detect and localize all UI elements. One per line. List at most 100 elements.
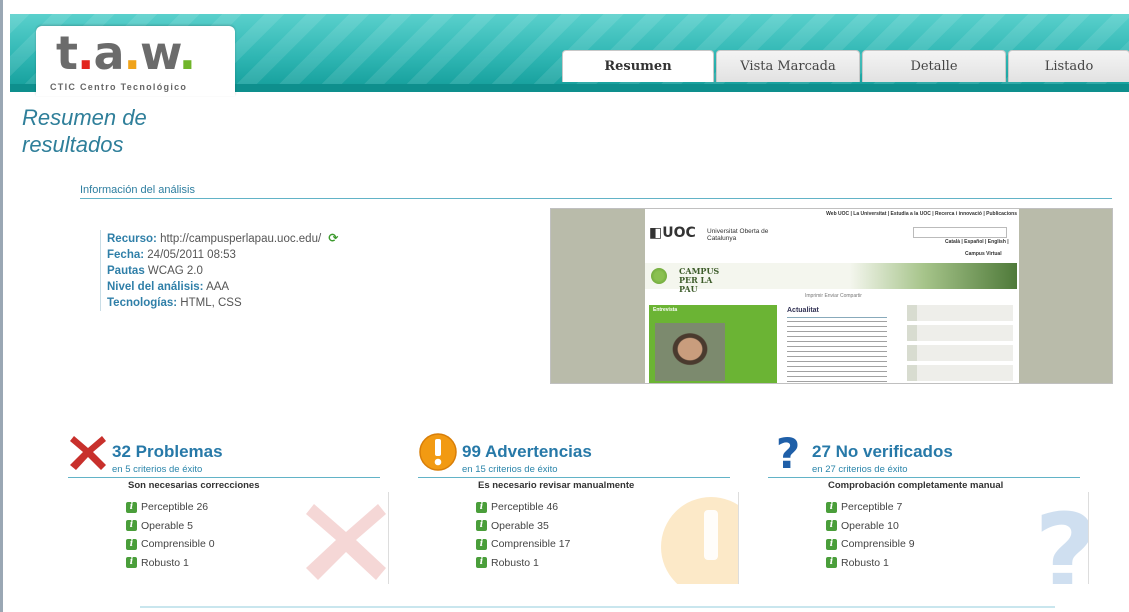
question-watermark-icon: ? <box>1034 492 1089 584</box>
list-item[interactable]: i Operable 35 <box>476 517 570 536</box>
question-icon: ? <box>776 432 800 472</box>
unverified-count[interactable]: 27 No verificados <box>812 442 953 462</box>
thumb-campus-text: CAMPUS PER LA PAU <box>679 266 720 294</box>
unverified-subtitle: Comprobación completamente manual <box>828 480 1004 491</box>
info-icon: i <box>126 538 137 550</box>
list-item[interactable]: i Operable 5 <box>126 517 215 536</box>
list-item[interactable]: i Perceptible 46 <box>476 498 570 517</box>
thumb-news-rule <box>787 317 887 318</box>
thumb-interview-box: Entrevista <box>649 305 777 383</box>
level-label: Nivel del análisis: <box>107 281 204 293</box>
thumb-uoc-name: Universitat Oberta de Catalunya <box>707 228 769 242</box>
warnings-count[interactable]: 99 Advertencias <box>462 442 592 462</box>
technologies-label: Tecnologías: <box>107 297 178 309</box>
resource-row: Recurso: http://campusperlapau.uoc.edu/ … <box>107 230 338 247</box>
left-border <box>0 0 3 612</box>
info-icon: i <box>826 520 837 532</box>
thumb-campus-banner: CAMPUS PER LA PAU <box>645 263 1017 294</box>
thumbnail-site: Web UOC | La Universitat | Estudia a la … <box>645 209 1019 383</box>
date-value: 24/05/2011 08:53 <box>147 249 236 261</box>
page-title: Resumen de resultados <box>22 105 147 157</box>
bottom-divider <box>140 606 1055 608</box>
thumb-campus-virtual: Campus Virtual <box>965 251 1002 257</box>
thumb-tools: Imprimir Enviar Compartir <box>805 293 862 299</box>
list-item[interactable]: i Comprensible 0 <box>126 535 215 554</box>
guidelines-value: WCAG 2.0 <box>147 265 203 277</box>
info-icon: i <box>826 557 837 569</box>
info-icon: i <box>476 557 487 569</box>
info-icon: i <box>476 538 487 550</box>
info-icon: i <box>476 501 487 513</box>
refresh-icon[interactable]: ⟳ <box>328 230 338 246</box>
info-icon: i <box>476 520 487 532</box>
tab-listado[interactable]: Listado <box>1008 50 1129 82</box>
thumb-language-links: Català | Español | English | <box>945 239 1009 245</box>
unverified-divider <box>768 477 1080 478</box>
warnings-block: 99 Advertencias en 15 criterios de éxito… <box>418 430 778 590</box>
error-x-icon <box>70 436 106 470</box>
list-item[interactable]: i Robusto 1 <box>476 554 570 573</box>
problems-divider <box>68 477 380 478</box>
warning-icon <box>419 433 457 471</box>
section-divider <box>80 198 1112 199</box>
logo-caption: CTIC Centro Tecnológico <box>50 82 188 92</box>
tab-resumen[interactable]: Resumen <box>562 50 714 82</box>
tab-bar: Resumen Vista Marcada Detalle Listado <box>562 50 1129 82</box>
info-icon: i <box>126 520 137 532</box>
problems-list: i Perceptible 26 i Operable 5 i Comprensibl… <box>126 498 215 572</box>
unverified-list: i Perceptible 7 i Operable 10 i Comprensibl… <box>826 498 915 572</box>
analysis-info: Recurso: http://campusperlapau.uoc.edu/ … <box>100 230 338 311</box>
date-label: Fecha: <box>107 249 145 261</box>
list-item[interactable]: i Robusto 1 <box>126 554 215 573</box>
warnings-list: i Perceptible 46 i Operable 35 i Comprensib… <box>476 498 570 572</box>
level-row: Nivel del análisis: AAA <box>107 279 338 295</box>
problems-count[interactable]: 32 Problemas <box>112 442 223 462</box>
page-screenshot-thumbnail: Web UOC | La Universitat | Estudia a la … <box>550 208 1113 384</box>
resource-label: Recurso: <box>107 233 157 245</box>
tab-detalle[interactable]: Detalle <box>862 50 1006 82</box>
problems-panel <box>198 492 389 584</box>
tab-vista-marcada[interactable]: Vista Marcada <box>716 50 860 82</box>
section-heading: Información del análisis <box>80 184 195 196</box>
list-item[interactable]: i Perceptible 7 <box>826 498 915 517</box>
warnings-subtitle: Es necesario revisar manualmente <box>478 480 635 491</box>
unverified-block: ? 27 No verificados en 27 criterios de é… <box>768 430 1128 590</box>
level-value: AAA <box>206 281 230 293</box>
warnings-criteria: en 15 criterios de éxito <box>462 464 558 475</box>
svg-text:?: ? <box>776 432 800 472</box>
thumb-campus-logo <box>651 268 667 284</box>
list-item[interactable]: i Operable 10 <box>826 517 915 536</box>
unverified-panel: ? <box>898 492 1089 584</box>
date-row: Fecha: 24/05/2011 08:53 <box>107 247 338 263</box>
list-item[interactable]: i Robusto 1 <box>826 554 915 573</box>
technologies-row: Tecnologías: HTML, CSS <box>107 295 338 311</box>
thumb-interview-title: Entrevista <box>653 307 678 313</box>
problems-block: 32 Problemas en 5 criterios de éxito Son… <box>68 430 428 590</box>
info-icon: i <box>826 501 837 513</box>
taw-logo-mark: t.a.w. <box>56 26 196 80</box>
warning-watermark-icon <box>661 497 738 584</box>
svg-text:?: ? <box>1034 492 1089 584</box>
thumb-news-title: Actualitat <box>787 307 819 314</box>
guidelines-label: Pautas <box>107 265 145 277</box>
taw-logo[interactable]: t.a.w. CTIC Centro Tecnológico <box>36 26 235 96</box>
info-icon: i <box>126 501 137 513</box>
list-item[interactable]: i Comprensible 17 <box>476 535 570 554</box>
technologies-value: HTML, CSS <box>180 297 242 309</box>
list-item[interactable]: i Perceptible 26 <box>126 498 215 517</box>
thumb-news-text <box>787 321 887 383</box>
thumb-topnav: Web UOC | La Universitat | Estudia a la … <box>826 211 1017 217</box>
thumb-side-list <box>907 305 1013 383</box>
guidelines-row: Pautas WCAG 2.0 <box>107 263 338 279</box>
warnings-panel <box>548 492 739 584</box>
resource-value[interactable]: http://campusperlapau.uoc.edu/ <box>160 233 321 245</box>
list-item[interactable]: i Comprensible 9 <box>826 535 915 554</box>
problems-subtitle: Son necesarias correcciones <box>128 480 260 491</box>
thumb-photo <box>655 323 725 381</box>
thumb-search-box <box>913 227 1007 238</box>
thumb-uoc-logo: ◧UOC <box>649 225 696 241</box>
info-icon: i <box>826 538 837 550</box>
info-icon: i <box>126 557 137 569</box>
error-x-watermark-icon <box>306 504 386 580</box>
warnings-divider <box>418 477 730 478</box>
